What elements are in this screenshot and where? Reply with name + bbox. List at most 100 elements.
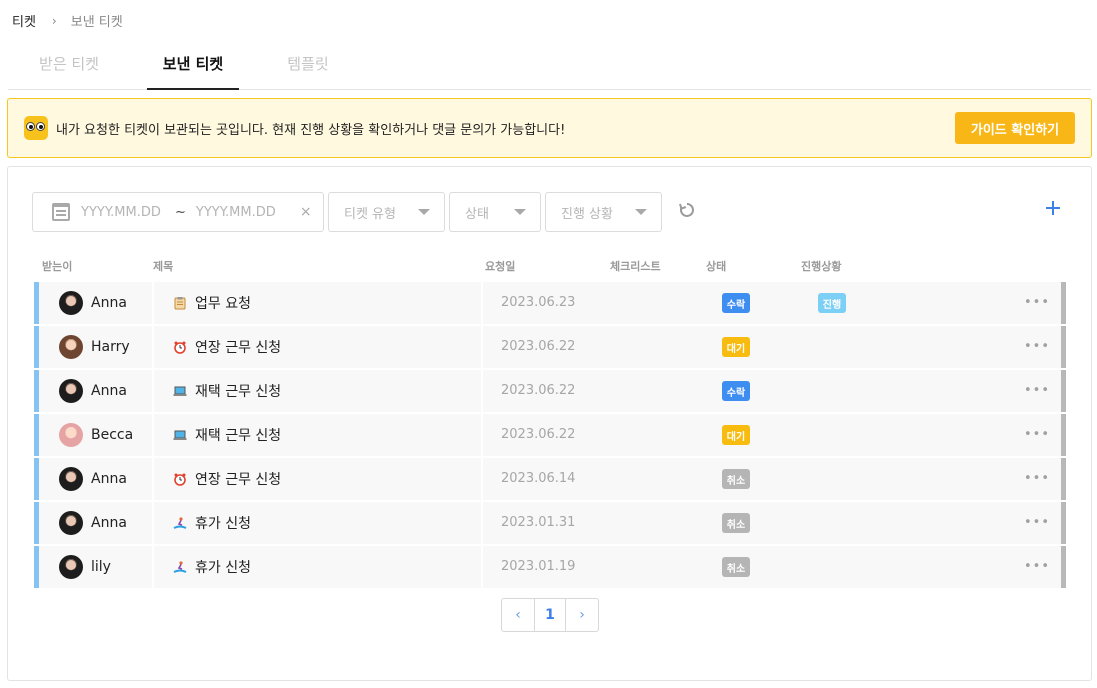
title-cell[interactable]: 재택 근무 신청 [156, 414, 483, 456]
more-options-icon[interactable]: ••• [1024, 559, 1050, 574]
header-request-date: 요청일 [485, 260, 516, 273]
table-row[interactable]: Anna 업무 요청 2023.06.23 수락 진행 ••• [34, 282, 1066, 324]
notice-banner: 내가 요청한 티켓이 보관되는 곳입니다. 현재 진행 상황을 확인하거나 댓글… [7, 98, 1092, 158]
request-date: 2023.01.19 [501, 559, 576, 574]
table-row[interactable]: Becca 재택 근무 신청 2023.06.22 대기 ••• [34, 414, 1066, 456]
receiver-cell: Becca [39, 414, 154, 456]
pagination: ‹ 1 › [501, 598, 599, 632]
prev-page-button[interactable]: ‹ [502, 599, 534, 631]
status-badge: 취소 [722, 513, 750, 533]
clipboard-icon [173, 296, 187, 310]
status-badge: 수락 [722, 381, 750, 401]
title-cell[interactable]: 재택 근무 신청 [156, 370, 483, 412]
clear-icon[interactable]: × [300, 204, 312, 220]
status-badge: 대기 [722, 425, 750, 445]
status-badge: 수락 [722, 293, 750, 313]
breadcrumb-root[interactable]: 티켓 [12, 11, 36, 30]
receiver-name: Anna [91, 515, 127, 531]
receiver-cell: Anna [39, 502, 154, 544]
surfer-icon [173, 516, 187, 530]
ticket-title[interactable]: 연장 근무 신청 [195, 337, 281, 357]
status-badge: 대기 [722, 337, 750, 357]
status-badge: 취소 [722, 469, 750, 489]
breadcrumb-current: 보낸 티켓 [70, 15, 123, 30]
title-cell[interactable]: 휴가 신청 [156, 502, 483, 544]
alarm-clock-icon [173, 472, 187, 486]
status-select-label: 상태 [465, 206, 489, 222]
request-date: 2023.06.22 [501, 383, 576, 398]
table-row[interactable]: Anna 재택 근무 신청 2023.06.22 수락 ••• [34, 370, 1066, 412]
more-options-icon[interactable]: ••• [1024, 339, 1050, 354]
progress-badge: 진행 [818, 293, 846, 313]
receiver-name: lily [91, 559, 111, 575]
ticket-title[interactable]: 재택 근무 신청 [195, 381, 281, 401]
tab-bar: 받은 티켓 보낸 티켓 템플릿 [8, 40, 1091, 90]
chevron-down-icon [418, 209, 430, 215]
date-range-filter[interactable]: YYYY.MM.DD ~ YYYY.MM.DD × [32, 192, 324, 232]
receiver-name: Anna [91, 383, 127, 399]
table-row[interactable]: Anna 휴가 신청 2023.01.31 취소 ••• [34, 502, 1066, 544]
table-row[interactable]: Anna 연장 근무 신청 2023.06.14 취소 ••• [34, 458, 1066, 500]
header-receiver: 받는이 [42, 260, 73, 273]
avatar [59, 379, 83, 403]
receiver-name: Anna [91, 471, 127, 487]
ticket-title[interactable]: 휴가 신청 [195, 557, 251, 577]
page-1-button[interactable]: 1 [534, 599, 566, 631]
table-header: 받는이 제목 요청일 체크리스트 상태 진행상황 [8, 258, 1091, 274]
header-title: 제목 [153, 260, 174, 273]
more-options-icon[interactable]: ••• [1024, 515, 1050, 530]
surfer-icon [173, 560, 187, 574]
ticket-type-select[interactable]: 티켓 유형 [328, 192, 445, 232]
more-options-icon[interactable]: ••• [1024, 471, 1050, 486]
tab-template[interactable]: 템플릿 [270, 40, 346, 89]
ticket-panel: YYYY.MM.DD ~ YYYY.MM.DD × 티켓 유형 상태 진행 상황… [7, 166, 1092, 681]
breadcrumb: 티켓 › 보낸 티켓 [12, 11, 123, 31]
avatar [59, 423, 83, 447]
ticket-title[interactable]: 연장 근무 신청 [195, 469, 281, 489]
receiver-cell: Anna [39, 282, 154, 324]
more-options-icon[interactable]: ••• [1024, 427, 1050, 442]
ticket-title[interactable]: 재택 근무 신청 [195, 425, 281, 445]
tab-sent[interactable]: 보낸 티켓 [147, 40, 239, 90]
laptop-icon [173, 384, 187, 398]
avatar [59, 291, 83, 315]
request-date: 2023.06.14 [501, 471, 576, 486]
avatar [59, 555, 83, 579]
table-row[interactable]: lily 휴가 신청 2023.01.19 취소 ••• [34, 546, 1066, 588]
add-ticket-icon[interactable] [1045, 200, 1061, 216]
title-cell[interactable]: 업무 요청 [156, 282, 483, 324]
laptop-icon [173, 428, 187, 442]
date-start-input[interactable]: YYYY.MM.DD [81, 205, 165, 220]
ticket-type-select-label: 티켓 유형 [344, 206, 396, 222]
table-row[interactable]: Harry 연장 근무 신청 2023.06.22 대기 ••• [34, 326, 1066, 368]
status-select[interactable]: 상태 [449, 192, 541, 232]
title-cell[interactable]: 휴가 신청 [156, 546, 483, 588]
progress-select[interactable]: 진행 상황 [545, 192, 662, 232]
refresh-icon[interactable] [678, 201, 696, 219]
receiver-cell: Anna [39, 458, 154, 500]
eyes-icon [24, 116, 48, 140]
header-checklist: 체크리스트 [610, 260, 661, 273]
guide-button[interactable]: 가이드 확인하기 [955, 112, 1075, 144]
calendar-icon[interactable] [52, 203, 70, 221]
chevron-down-icon [635, 209, 647, 215]
breadcrumb-separator-icon: › [51, 13, 57, 28]
progress-select-label: 진행 상황 [561, 206, 613, 222]
ticket-title[interactable]: 휴가 신청 [195, 513, 251, 533]
title-cell[interactable]: 연장 근무 신청 [156, 326, 483, 368]
request-date: 2023.06.23 [501, 295, 576, 310]
request-date: 2023.06.22 [501, 339, 576, 354]
title-cell[interactable]: 연장 근무 신청 [156, 458, 483, 500]
status-badge: 취소 [722, 557, 750, 577]
avatar [59, 467, 83, 491]
more-options-icon[interactable]: ••• [1024, 383, 1050, 398]
notice-text: 내가 요청한 티켓이 보관되는 곳입니다. 현재 진행 상황을 확인하거나 댓글… [56, 122, 566, 138]
ticket-title[interactable]: 업무 요청 [195, 293, 251, 313]
header-progress: 진행상황 [801, 260, 842, 273]
chevron-down-icon [514, 209, 526, 215]
avatar [59, 335, 83, 359]
date-end-input[interactable]: YYYY.MM.DD [196, 205, 280, 220]
tab-received[interactable]: 받은 티켓 [8, 40, 130, 89]
more-options-icon[interactable]: ••• [1024, 295, 1050, 310]
next-page-button[interactable]: › [566, 599, 598, 631]
